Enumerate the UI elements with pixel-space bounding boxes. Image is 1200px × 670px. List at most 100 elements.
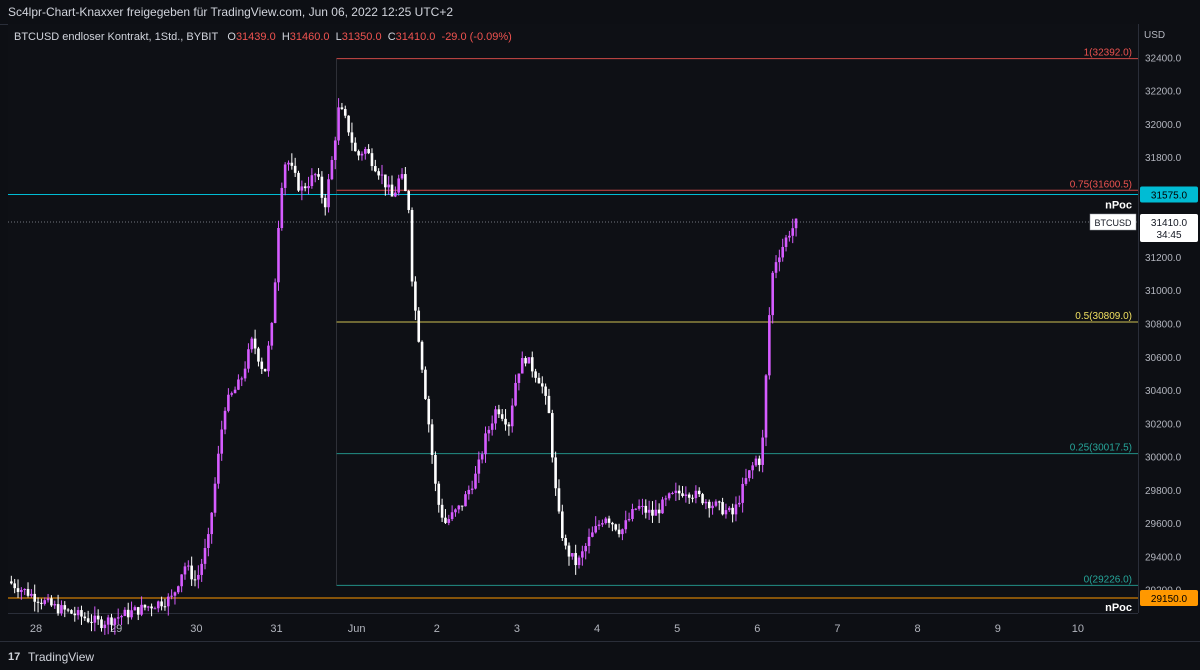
candle-body <box>477 459 481 474</box>
candle-body <box>310 175 314 187</box>
candle-body <box>654 509 658 516</box>
candle-body <box>591 532 594 537</box>
candle-body <box>203 547 207 564</box>
candle-body <box>714 501 718 506</box>
candle-body <box>631 509 634 519</box>
candle-body <box>470 488 474 490</box>
candle-body <box>26 589 30 596</box>
candle-body <box>791 228 795 236</box>
time-tick-label: 28 <box>30 623 42 635</box>
candle-body <box>133 607 137 611</box>
candle-body <box>253 338 257 349</box>
candle-body <box>764 375 768 438</box>
candle-body <box>651 509 654 516</box>
candle-body <box>748 470 751 479</box>
candle-body <box>557 488 561 512</box>
candle-body <box>647 509 651 513</box>
candle-body <box>450 512 454 520</box>
candle-body <box>384 174 387 188</box>
candle-body <box>357 151 360 156</box>
candle-body <box>504 418 507 425</box>
candle-body <box>300 186 304 191</box>
candle-body <box>577 557 581 566</box>
candle-body <box>377 171 380 176</box>
candle-body <box>544 386 547 396</box>
candle-body <box>614 524 618 530</box>
candle-body <box>96 615 100 620</box>
candle-body <box>534 371 537 378</box>
candle-body <box>574 553 577 566</box>
candle-body <box>634 508 638 510</box>
npoc-price-text: 29150.0 <box>1151 594 1188 605</box>
candle-body <box>604 518 608 524</box>
candle-body <box>681 493 684 496</box>
npoc-price-text: 31575.0 <box>1151 191 1188 202</box>
candle-body <box>644 505 648 513</box>
time-tick-label: 30 <box>190 623 202 635</box>
price-tick-label: 30800.0 <box>1145 319 1182 330</box>
candle-body <box>404 174 407 192</box>
candle-body <box>280 187 284 229</box>
candle-body <box>467 489 471 495</box>
candle-body <box>561 511 564 539</box>
candle-body <box>430 424 434 455</box>
candle-body <box>150 606 153 609</box>
fib-level-label: 1(32392.0) <box>1084 48 1132 59</box>
candle-body <box>420 341 424 370</box>
time-tick-label: 7 <box>834 623 840 635</box>
candle-body <box>50 598 53 606</box>
time-tick-label: 3 <box>514 623 520 635</box>
candle-body <box>434 454 437 484</box>
candle-body <box>410 209 414 282</box>
candle-body <box>353 142 357 152</box>
candle-body <box>717 501 721 503</box>
candle-body <box>621 529 624 535</box>
current-price-countdown: 34:45 <box>1156 230 1181 241</box>
candle-body <box>337 107 340 141</box>
candle-body <box>233 389 237 394</box>
symbol-legend[interactable]: BTCUSD endloser Kontrakt, 1Std., BYBIT O… <box>14 31 512 43</box>
candle-body <box>113 618 117 625</box>
legend-low-value: 31350.0 <box>341 31 382 43</box>
candle-body <box>751 465 754 471</box>
chart-svg[interactable]: USD29200.029400.029600.029800.030000.030… <box>0 0 1200 669</box>
candle-body <box>514 382 517 406</box>
candle-body <box>307 186 310 189</box>
candle-body <box>63 605 67 610</box>
candle-body <box>303 186 307 189</box>
candle-body <box>637 505 641 509</box>
time-tick-label: 8 <box>915 623 921 635</box>
candle-body <box>173 592 177 596</box>
candle-body <box>778 257 781 263</box>
candle-body <box>33 593 37 602</box>
candle-body <box>160 601 163 607</box>
time-tick-label: 4 <box>594 623 600 635</box>
candle-body <box>540 383 544 387</box>
time-tick-label: 31 <box>270 623 282 635</box>
candle-body <box>313 174 317 176</box>
candle-body <box>721 502 724 515</box>
legend-change: -29.0 (-0.09%) <box>441 31 512 43</box>
candle-body <box>691 497 694 499</box>
candle-body <box>153 608 157 610</box>
legend-close-label: C <box>387 31 396 43</box>
candle-body <box>73 613 77 616</box>
candle-body <box>397 178 400 193</box>
candle-body <box>290 162 294 166</box>
candle-body <box>687 494 691 498</box>
price-tick-label: 32000.0 <box>1145 120 1182 131</box>
candle-body <box>774 262 778 273</box>
price-axis-currency: USD <box>1144 30 1165 41</box>
price-tick-label: 32200.0 <box>1145 87 1182 98</box>
candle-body <box>697 490 701 495</box>
candle-body <box>223 410 227 430</box>
candle-body <box>480 454 484 460</box>
candle-body <box>140 604 143 615</box>
candle-body <box>283 164 287 188</box>
candle-body <box>437 483 441 505</box>
legend-symbol: BTCUSD endloser Kontrakt, 1Std., BYBIT <box>14 31 219 43</box>
candle-body <box>788 235 791 238</box>
candle-body <box>370 153 374 167</box>
fib-level-label: 0(29226.0) <box>1084 574 1132 585</box>
candle-body <box>701 494 704 504</box>
